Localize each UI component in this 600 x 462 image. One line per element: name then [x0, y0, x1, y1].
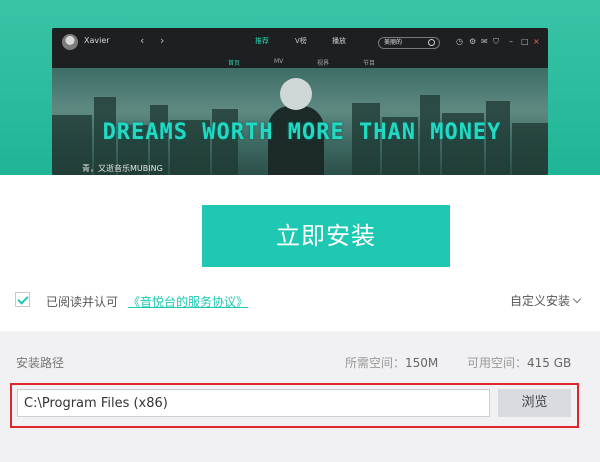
agreement-checkbox[interactable]	[15, 292, 30, 307]
search-icon	[428, 39, 435, 46]
browse-button[interactable]: 浏览	[498, 389, 571, 417]
agreement-text: 已阅读并认可	[46, 295, 119, 309]
install-path-label: 安装路径	[16, 356, 65, 370]
app-preview-window: Xavier ‹ › 推荐 V榜 播放 美丽的 ◷ ⚙ ✉ ⛉ – □ × 首页…	[52, 28, 548, 175]
avatar	[62, 34, 78, 50]
app-search-placeholder: 美丽的	[384, 39, 403, 46]
app-preview-banner: DREAMS WORTH MORE THAN MONEY 青，又逝音乐MUBIN…	[52, 68, 548, 175]
close-icon: ×	[533, 37, 540, 46]
install-path-input[interactable]	[17, 389, 490, 417]
free-space-value: 415 GB	[527, 356, 572, 370]
minimize-icon: –	[509, 37, 513, 46]
forward-arrow-icon: ›	[160, 34, 165, 47]
tab-recommend: 推荐	[255, 37, 269, 45]
user-name: Xavier	[84, 36, 110, 45]
tab-play: 播放	[332, 37, 346, 45]
clock-icon: ◷	[456, 37, 463, 46]
required-space: 所需空间：150M	[345, 354, 438, 371]
install-now-button[interactable]: 立即安装	[202, 205, 450, 267]
app-search-box: 美丽的	[378, 37, 440, 49]
subnav-mv: MV	[274, 58, 284, 65]
banner-slogan: DREAMS WORTH MORE THAN MONEY	[102, 120, 502, 145]
back-arrow-icon: ‹	[140, 34, 145, 47]
chevron-down-icon	[572, 294, 582, 304]
custom-install-toggle[interactable]: 自定义安装	[510, 292, 582, 309]
banner-caption: 青，又逝音乐MUBING	[82, 164, 163, 173]
free-space-label: 可用空间：	[467, 356, 528, 370]
app-preview-titlebar: Xavier ‹ › 推荐 V榜 播放 美丽的 ◷ ⚙ ✉ ⛉ – □ ×	[52, 28, 548, 56]
free-space: 可用空间：415 GB	[467, 354, 571, 371]
app-sub-nav: 首页 MV 视界 节目	[52, 56, 548, 68]
subnav-vision: 视界	[317, 60, 330, 67]
installer-header: Xavier ‹ › 推荐 V榜 播放 美丽的 ◷ ⚙ ✉ ⛉ – □ × 首页…	[0, 0, 600, 175]
service-agreement-link[interactable]: 《音悦台的服务协议》	[128, 293, 248, 310]
custom-install-label: 自定义安装	[510, 294, 571, 308]
settings-icon: ⚙	[469, 37, 477, 46]
required-space-value: 150M	[405, 356, 439, 370]
shield-icon: ⛉	[493, 37, 499, 46]
subnav-program: 节目	[363, 60, 376, 67]
mail-icon: ✉	[481, 37, 488, 46]
maximize-icon: □	[521, 37, 529, 46]
tab-vchart: V榜	[295, 37, 307, 45]
subnav-home: 首页	[228, 60, 241, 67]
required-space-label: 所需空间：	[345, 356, 406, 370]
